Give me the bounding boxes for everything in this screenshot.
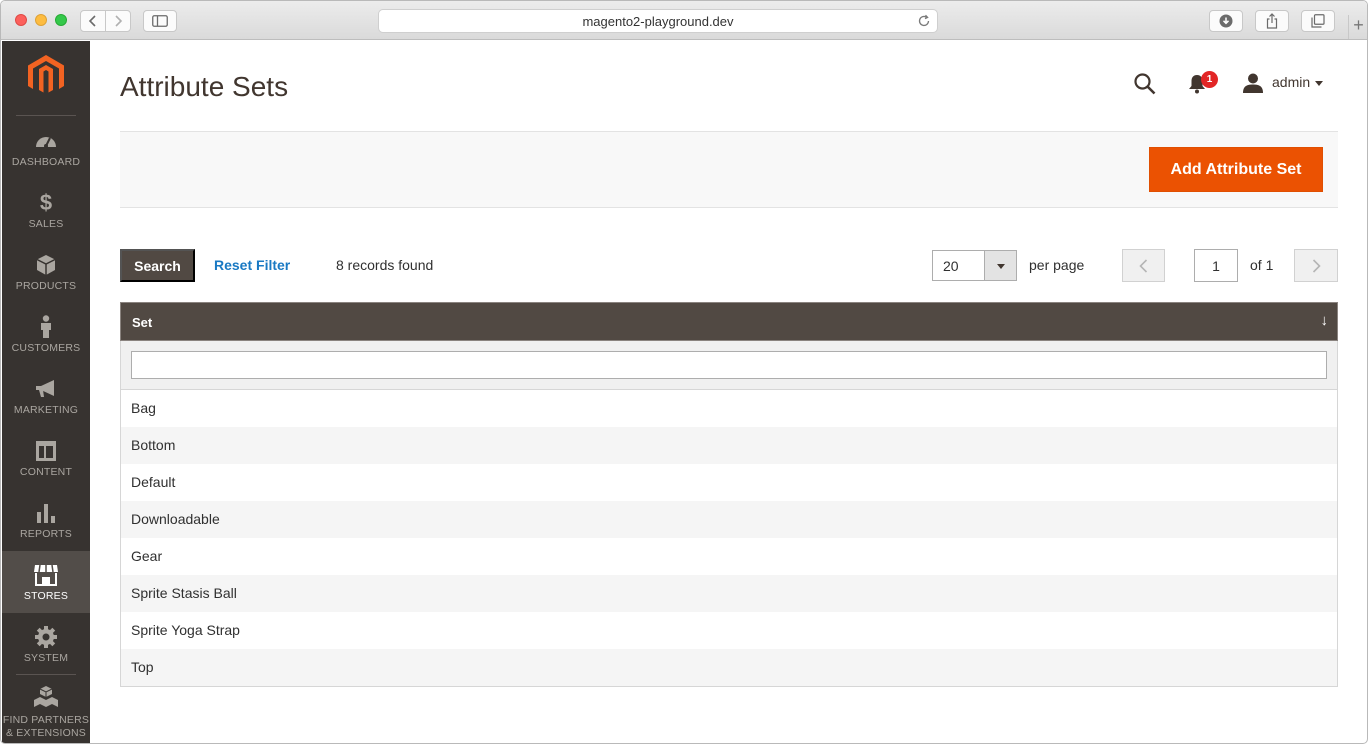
sidebar-item-customers[interactable]: CUSTOMERS (2, 303, 90, 365)
sidebar-item-content[interactable]: CONTENT (2, 427, 90, 489)
filter-row (121, 341, 1337, 390)
set-filter-input[interactable] (131, 351, 1327, 379)
attribute-sets-grid: Set ↓ Bag Bottom Default Downloadable Gear Sp… (120, 302, 1338, 687)
search-button[interactable]: Search (120, 249, 195, 282)
reset-filter-link[interactable]: Reset Filter (214, 257, 290, 273)
table-row[interactable]: Downloadable (121, 501, 1337, 538)
sidebar-item-label: FIND PARTNERS & EXTENSIONS (2, 714, 90, 740)
sidebar-item-sales[interactable]: $ SALES (2, 179, 90, 241)
reload-icon[interactable] (917, 14, 931, 28)
table-row[interactable]: Default (121, 464, 1337, 501)
label-line: FIND PARTNERS (2, 714, 90, 726)
plus-icon: + (1353, 15, 1364, 35)
search-icon[interactable] (1134, 73, 1156, 95)
chevron-left-icon (88, 15, 96, 27)
fullscreen-window-button[interactable] (55, 14, 67, 26)
url-text: magento2-playground.dev (582, 13, 734, 29)
storefront-icon (34, 564, 58, 586)
gear-icon (35, 626, 57, 648)
downloads-button[interactable] (1209, 10, 1243, 32)
close-window-button[interactable] (15, 14, 27, 26)
previous-page-button[interactable] (1122, 249, 1165, 282)
table-row[interactable]: Bottom (121, 427, 1337, 464)
layout-icon (36, 441, 56, 461)
notification-count-badge[interactable]: 1 (1201, 71, 1218, 88)
download-icon (1219, 14, 1233, 28)
sidebar-item-marketing[interactable]: MARKETING (2, 365, 90, 427)
current-page-input[interactable] (1194, 249, 1238, 282)
sidebar-item-label: CUSTOMERS (11, 342, 81, 354)
sidebar-item-label: SALES (28, 218, 64, 230)
share-icon (1266, 13, 1278, 29)
address-bar[interactable]: magento2-playground.dev (378, 9, 938, 33)
person-icon (41, 315, 51, 338)
boxes-icon (34, 686, 58, 707)
records-found-count: 8 records found (336, 257, 434, 273)
add-attribute-set-button[interactable]: Add Attribute Set (1149, 147, 1323, 192)
admin-sidebar: DASHBOARD $ SALES PRODUCTS CUSTOMERS MAR… (2, 41, 90, 743)
cube-icon (36, 255, 56, 275)
sidebar-icon (152, 15, 168, 27)
label-line: & EXTENSIONS (5, 727, 86, 739)
dollar-icon: $ (39, 190, 53, 215)
sidebar-item-label: PRODUCTS (15, 280, 77, 292)
sort-arrow-icon[interactable]: ↓ (1321, 312, 1329, 329)
back-button[interactable] (80, 10, 106, 32)
magento-logo-icon[interactable] (27, 55, 65, 95)
next-page-button[interactable] (1294, 249, 1338, 282)
sidebar-item-label: SYSTEM (23, 652, 69, 664)
sidebar-item-label: REPORTS (20, 528, 72, 540)
dashboard-icon (36, 137, 56, 148)
per-page-label: per page (1029, 257, 1085, 273)
forward-button[interactable] (105, 10, 131, 32)
per-page-value: 20 (943, 258, 959, 274)
table-row[interactable]: Bag (121, 390, 1337, 427)
browser-toolbar: magento2-playground.dev + (1, 1, 1367, 40)
per-page-select[interactable]: 20 (932, 250, 1017, 281)
menu-divider (16, 115, 76, 116)
grid-body: Bag Bottom Default Downloadable Gear Sprite S… (121, 390, 1337, 686)
table-row[interactable]: Sprite Stasis Ball (121, 575, 1337, 612)
chevron-right-icon (1312, 258, 1321, 273)
show-tabs-button[interactable] (1301, 10, 1335, 32)
page-title: Attribute Sets (120, 71, 289, 102)
tabs-icon (1311, 14, 1325, 28)
new-tab-button[interactable]: + (1348, 15, 1367, 39)
chevron-left-icon (1139, 258, 1148, 273)
megaphone-icon (36, 380, 54, 397)
share-button[interactable] (1255, 10, 1289, 32)
sidebar-item-dashboard[interactable]: DASHBOARD (2, 117, 90, 179)
table-row[interactable]: Sprite Yoga Strap (121, 612, 1337, 649)
table-row[interactable]: Gear (121, 538, 1337, 575)
bar-chart-icon (37, 504, 55, 523)
menu-divider (16, 674, 76, 675)
user-menu-name[interactable]: admin (1272, 74, 1310, 90)
sidebar-item-reports[interactable]: REPORTS (2, 489, 90, 551)
sidebar-item-products[interactable]: PRODUCTS (2, 241, 90, 303)
table-row[interactable]: Top (121, 649, 1337, 686)
sidebar-item-label: MARKETING (13, 404, 79, 416)
sidebar-item-stores[interactable]: STORES (2, 551, 90, 613)
sidebar-toggle-button[interactable] (143, 10, 177, 32)
chevron-down-icon[interactable] (984, 251, 1016, 280)
chevron-right-icon (115, 15, 123, 27)
sidebar-item-system[interactable]: SYSTEM (2, 613, 90, 675)
sidebar-item-label: DASHBOARD (11, 156, 81, 168)
caret-down-icon[interactable] (1315, 81, 1323, 86)
browser-window: magento2-playground.dev + DASHBOARD $ SA… (0, 0, 1368, 744)
sidebar-item-label: CONTENT (19, 466, 73, 478)
column-header-label: Set (132, 315, 153, 330)
sidebar-item-find-partners[interactable]: FIND PARTNERS & EXTENSIONS (2, 677, 90, 743)
user-icon[interactable] (1243, 73, 1263, 93)
total-pages-label: of 1 (1250, 257, 1274, 273)
column-header-set[interactable]: Set ↓ (120, 302, 1338, 341)
minimize-window-button[interactable] (35, 14, 47, 26)
sidebar-item-label: STORES (23, 590, 69, 602)
